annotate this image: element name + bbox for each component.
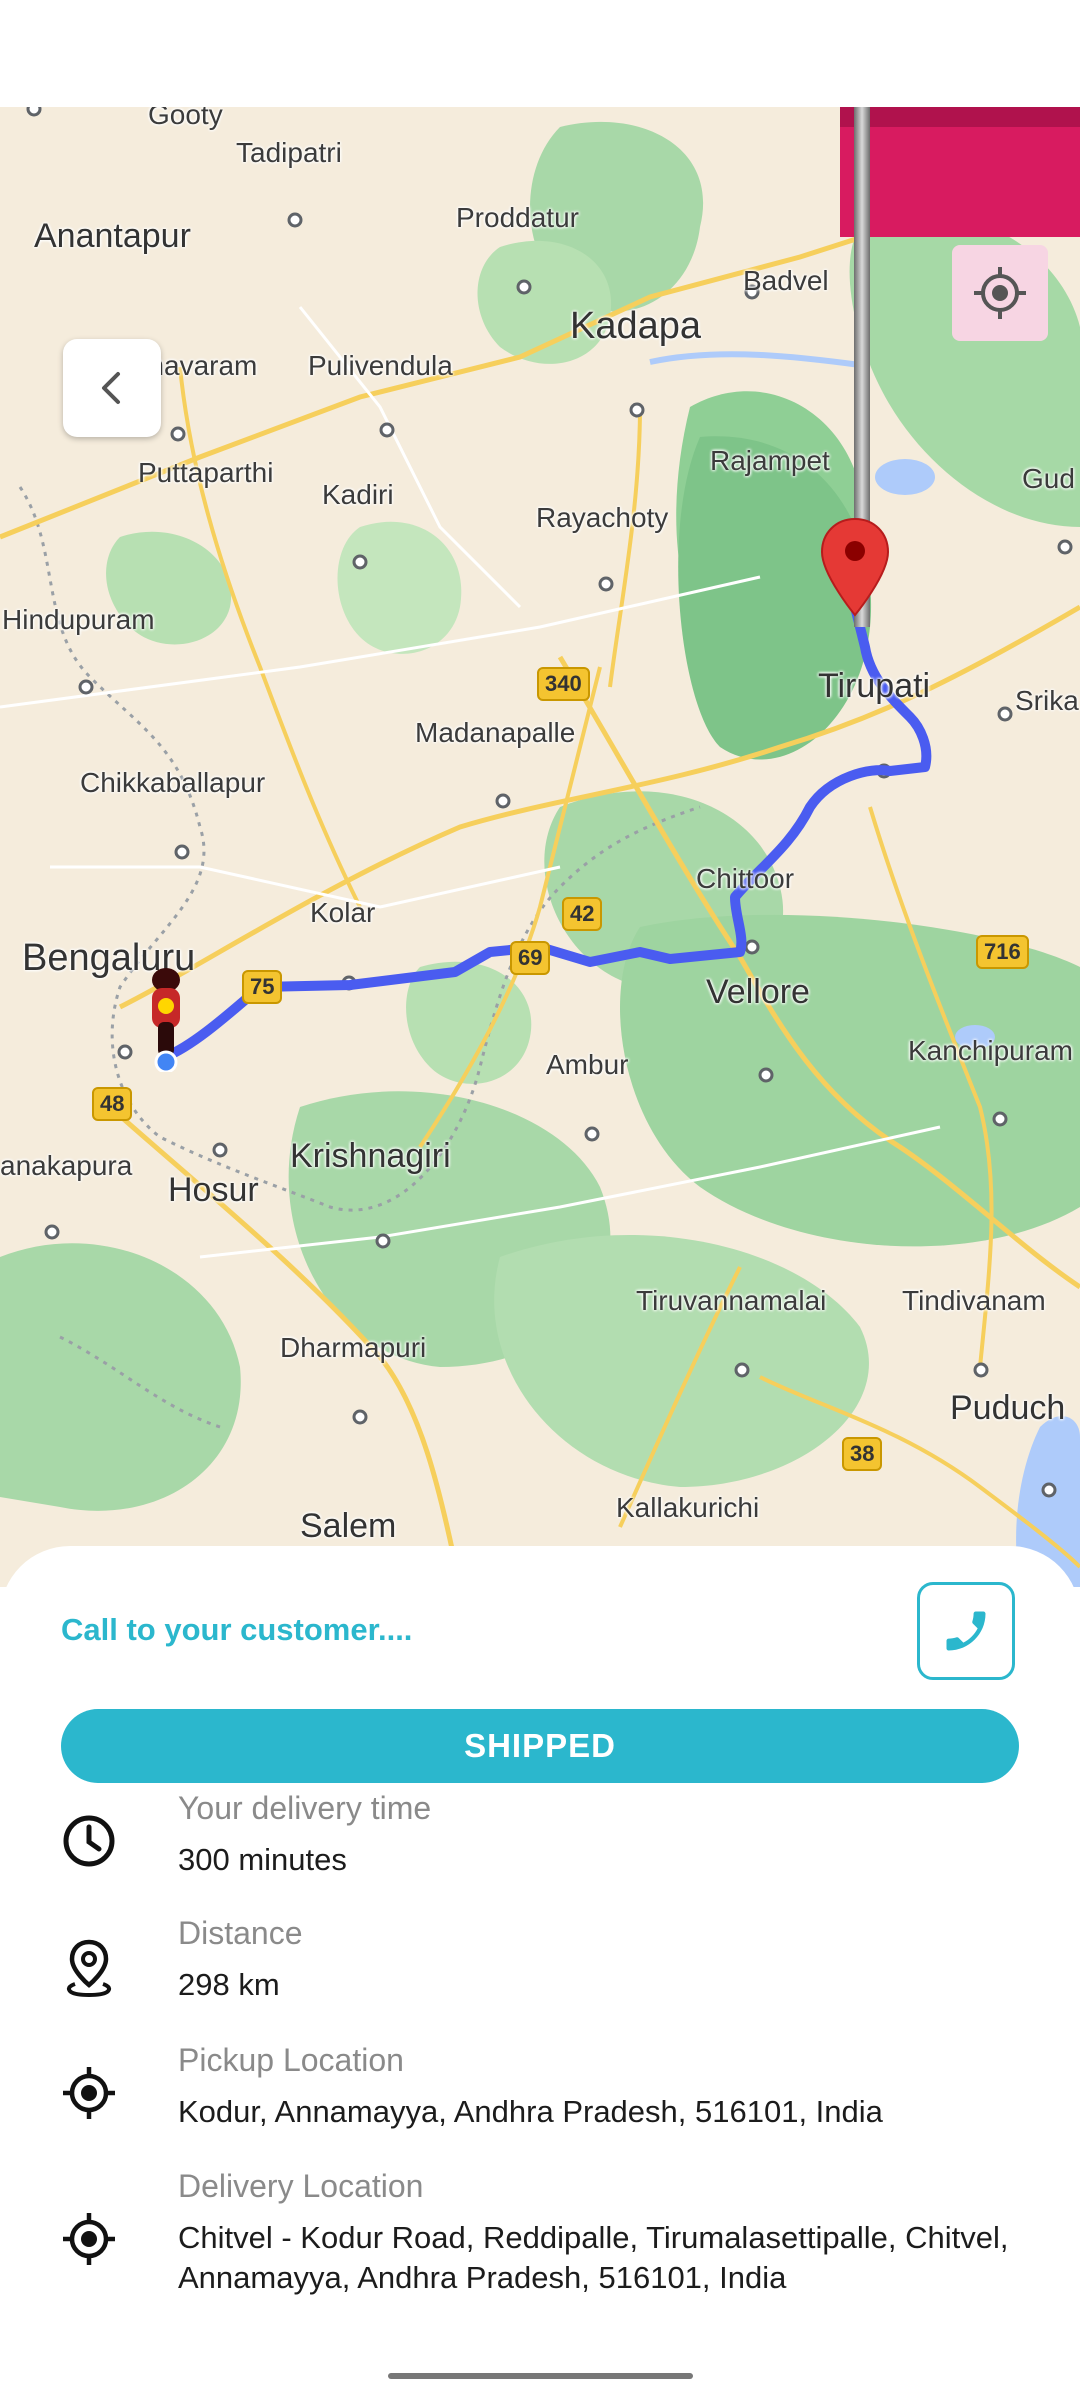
crosshair-icon <box>58 2208 120 2270</box>
map-label-puttaparthi: Puttaparthi <box>138 457 274 488</box>
shipped-status-button[interactable]: SHIPPED <box>61 1709 1019 1783</box>
map-label-chikkaballapur: Chikkaballapur <box>80 767 266 798</box>
map-label-anakapura: anakapura <box>0 1150 133 1181</box>
location-pin-icon <box>58 1937 120 1999</box>
map-label-tiruvannamalai: Tiruvannamalai <box>636 1285 827 1316</box>
highway-shield: 48 <box>92 1087 133 1121</box>
map-label-kanchipuram: Kanchipuram <box>908 1035 1073 1066</box>
home-indicator[interactable] <box>388 2373 693 2379</box>
distance-label: Distance <box>178 1915 303 1951</box>
delivery-time-value: 300 minutes <box>178 1842 347 1877</box>
highway-shield: 340 <box>537 667 590 701</box>
pickup-location-label: Pickup Location <box>178 2042 404 2078</box>
clock-icon <box>58 1810 120 1872</box>
locate-me-button[interactable] <box>952 245 1048 341</box>
call-customer-text: Call to your customer.... <box>61 1612 413 1647</box>
map-label-salem: Salem <box>300 1507 397 1545</box>
highway-shield: 69 <box>510 941 551 975</box>
pickup-location-value: Kodur, Annamayya, Andhra Pradesh, 516101… <box>178 2094 883 2129</box>
map-label-tirupati: Tirupati <box>818 667 931 705</box>
map-label-kolar: Kolar <box>310 897 376 928</box>
map-label-rajampet: Rajampet <box>710 445 830 476</box>
map-label-pulivendula: Pulivendula <box>308 350 453 381</box>
map-label-madanapalle: Madanapalle <box>415 717 576 748</box>
map-label-hindupuram: Hindupuram <box>2 604 155 635</box>
highway-shield: 42 <box>562 897 603 931</box>
map-label-kadapa: Kadapa <box>570 305 702 347</box>
delivery-location-value: Chitvel - Kodur Road, Reddipalle, Tiruma… <box>178 2220 1009 2295</box>
crosshair-icon <box>58 2062 120 2124</box>
map-label-kallakurichi: Kallakurichi <box>616 1492 760 1523</box>
phone-icon <box>946 1611 986 1651</box>
map-label-dharmapuri: Dharmapuri <box>280 1332 427 1363</box>
destination-pin-icon <box>820 517 890 617</box>
chevron-left-icon <box>102 372 120 404</box>
map-label-chittoor: Chittoor <box>696 863 795 894</box>
map-label-vellore: Vellore <box>706 973 810 1011</box>
map-label-ambur: Ambur <box>546 1049 629 1080</box>
map-label-proddatur: Proddatur <box>456 202 579 233</box>
map-label-badvel: Badvel <box>743 265 829 296</box>
map-view[interactable]: Gooty Tadipatri Anantapur Proddatur Badv… <box>0 107 1080 1587</box>
distance-value: 298 km <box>178 1967 280 2002</box>
map-label-rayachoty: Rayachoty <box>536 502 669 533</box>
map-label-gooty: Gooty <box>148 107 223 130</box>
map-label-tindivanam: Tindivanam <box>902 1285 1046 1316</box>
highway-shield: 75 <box>242 970 283 1004</box>
delivery-time-label: Your delivery time <box>178 1790 432 1826</box>
map-label-puduch: Puduch <box>950 1389 1066 1427</box>
map-label-krishnagiri: Krishnagiri <box>290 1137 451 1175</box>
highway-shield: 38 <box>842 1437 883 1471</box>
map-label-hosur: Hosur <box>168 1171 259 1209</box>
status-bar <box>0 0 1080 107</box>
highway-shield: 716 <box>976 935 1029 969</box>
call-customer-button[interactable] <box>917 1582 1015 1680</box>
gps-crosshair-icon <box>974 267 1026 319</box>
map-label-tadipatri: Tadipatri <box>236 137 342 168</box>
delivery-location-label: Delivery Location <box>178 2168 424 2204</box>
map-label-kadiri: Kadiri <box>322 479 394 510</box>
delivery-scooter-icon <box>152 968 180 1072</box>
back-button[interactable] <box>63 339 161 437</box>
map-label-anantapur: Anantapur <box>34 217 191 255</box>
map-label-srika: Srika <box>1015 685 1079 716</box>
